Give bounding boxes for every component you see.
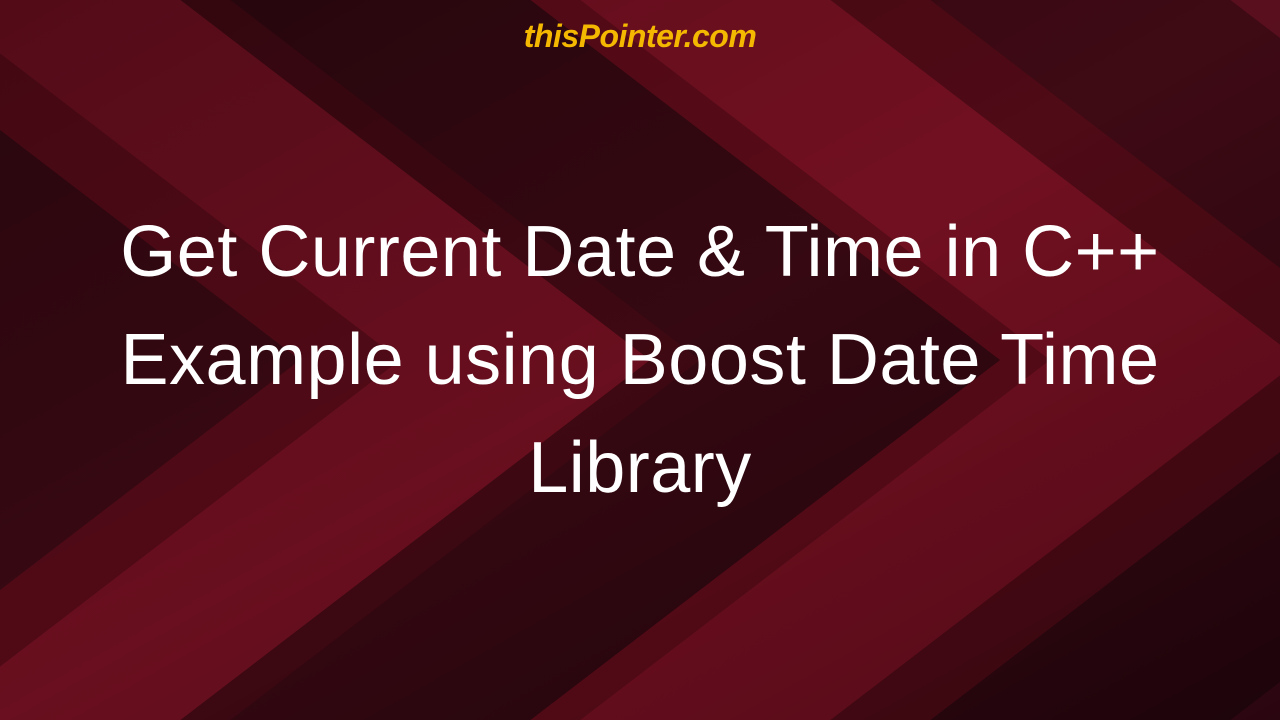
logo-text-pointer: Pointer (579, 18, 684, 54)
logo-text-this: this (524, 18, 579, 54)
logo-text-com: .com (684, 18, 757, 54)
site-logo: thisPointer.com (524, 18, 757, 55)
page-title: Get Current Date & Time in C++ Example u… (32, 198, 1248, 522)
